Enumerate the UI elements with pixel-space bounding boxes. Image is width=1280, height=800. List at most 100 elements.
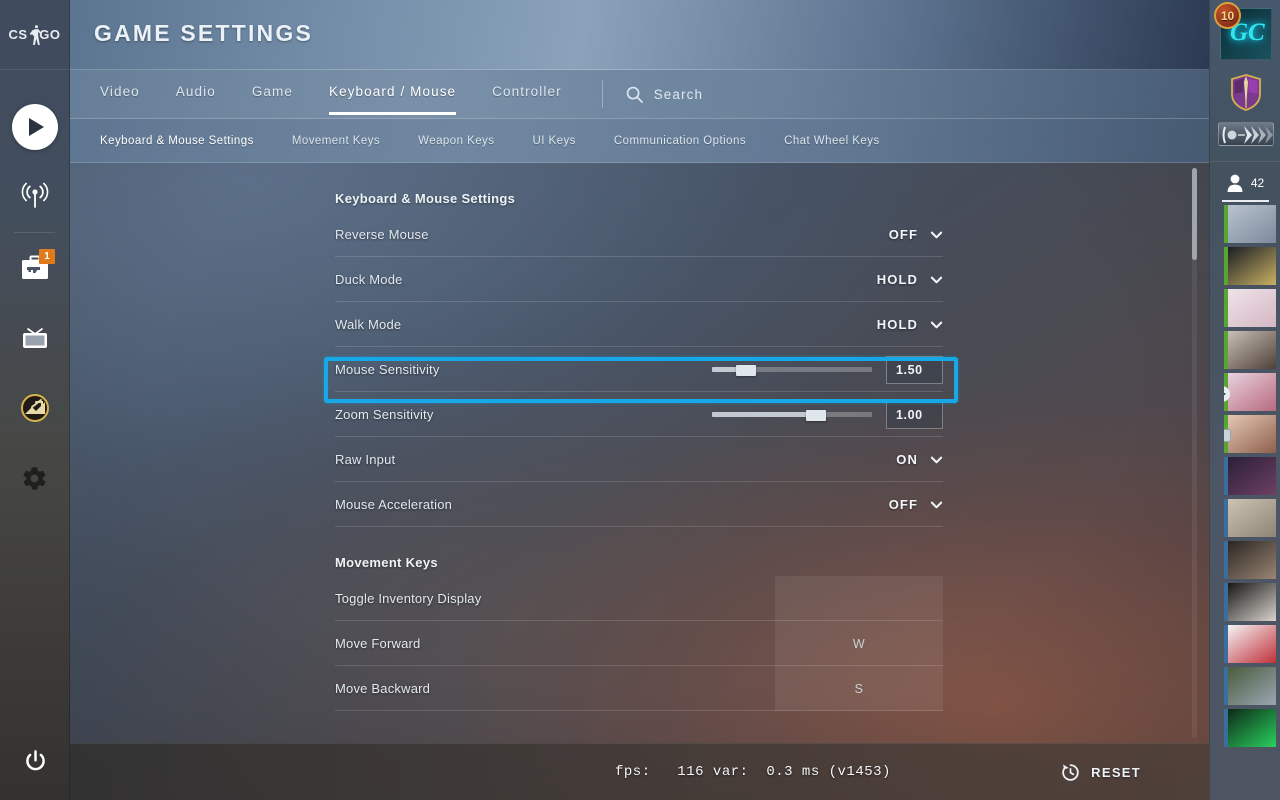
friend-avatar <box>1228 709 1276 747</box>
csgo-logo: CS GO <box>0 0 69 70</box>
tab-audio[interactable]: Audio <box>176 70 216 119</box>
settings-row[interactable]: Duck Mode HOLD <box>335 257 943 302</box>
settings-row[interactable]: Move Backward S <box>335 666 943 711</box>
gear-icon <box>23 466 46 490</box>
fps-counter: fps: 116 var: 0.3 ms (v1453) <box>615 764 891 780</box>
keybind-value[interactable]: W <box>775 621 943 666</box>
sidebar-item-watch[interactable] <box>0 303 69 373</box>
search-button[interactable]: Search <box>625 70 703 119</box>
friend-list-item[interactable] <box>1224 457 1276 495</box>
friend-list-item[interactable] <box>1224 583 1276 621</box>
friend-list-item[interactable] <box>1224 373 1276 411</box>
subtab-communication-options[interactable]: Communication Options <box>614 135 746 147</box>
friends-underline <box>1222 200 1269 202</box>
broadcast-antenna-icon <box>21 182 48 208</box>
friend-avatar <box>1228 247 1276 285</box>
reset-button[interactable]: RESET <box>1060 757 1141 787</box>
slider-value-input[interactable]: 1.50 <box>886 355 943 384</box>
chevron-down-icon <box>930 276 943 284</box>
subtab-keyboard-mouse-settings[interactable]: Keyboard & Mouse Settings <box>100 135 254 147</box>
secondary-tabs: Keyboard & Mouse Settings Movement Keys … <box>70 119 1209 163</box>
tab-separator <box>601 80 603 108</box>
right-panel: GC 10 42 <box>1209 0 1280 800</box>
tv-icon <box>22 328 47 348</box>
sidebar-item-settings[interactable] <box>0 443 69 513</box>
slider[interactable] <box>712 365 872 376</box>
friend-list-item[interactable] <box>1224 499 1276 537</box>
setting-label: Mouse Sensitivity <box>335 361 440 377</box>
tab-game[interactable]: Game <box>252 70 293 119</box>
dropdown-value[interactable]: ON <box>896 452 918 467</box>
setting-label: Mouse Acceleration <box>335 496 453 512</box>
friend-avatar <box>1228 331 1276 369</box>
friend-list-item[interactable] <box>1224 541 1276 579</box>
subtab-movement-keys[interactable]: Movement Keys <box>292 135 380 147</box>
sidebar-item-inventory[interactable]: 1 <box>0 233 69 303</box>
left-nav-rail: CS GO 1 <box>0 0 70 800</box>
settings-row[interactable]: Toggle Inventory Display <box>335 576 943 621</box>
subtab-weapon-keys[interactable]: Weapon Keys <box>418 135 494 147</box>
friend-list-item[interactable] <box>1224 625 1276 663</box>
friend-list-item[interactable] <box>1224 667 1276 705</box>
medal-stats-icon <box>20 394 49 422</box>
slider[interactable] <box>712 410 872 421</box>
friend-avatar <box>1228 205 1276 243</box>
friend-list-item[interactable] <box>1224 331 1276 369</box>
setting-label: Move Backward <box>335 680 431 696</box>
tab-keyboard-mouse[interactable]: Keyboard / Mouse <box>329 70 457 119</box>
slider-thumb[interactable] <box>806 410 826 421</box>
settings-row[interactable]: Move Forward W <box>335 621 943 666</box>
friend-list-item[interactable] <box>1224 709 1276 747</box>
play-icon <box>11 104 58 150</box>
purple-shield-medal-icon[interactable] <box>1229 72 1263 112</box>
setting-label: Reverse Mouse <box>335 226 429 242</box>
friend-list-item[interactable] <box>1224 289 1276 327</box>
person-icon <box>1227 174 1243 192</box>
level-badge: 10 <box>1214 2 1241 29</box>
dropdown-value[interactable]: HOLD <box>877 317 918 332</box>
chevron-down-icon <box>930 456 943 464</box>
friend-list-item[interactable] <box>1224 247 1276 285</box>
dropdown-value[interactable]: OFF <box>889 497 918 512</box>
friend-avatar <box>1228 289 1276 327</box>
tab-video[interactable]: Video <box>100 70 140 119</box>
sidebar-item-play[interactable] <box>0 92 69 162</box>
scrollbar-thumb[interactable] <box>1192 168 1197 260</box>
sidebar-item-stats[interactable] <box>0 373 69 443</box>
subtab-ui-keys[interactable]: UI Keys <box>532 135 575 147</box>
sidebar-item-broadcast[interactable] <box>0 162 69 232</box>
chevron-down-icon <box>930 231 943 239</box>
settings-row[interactable]: Reverse Mouse OFF <box>335 212 943 257</box>
settings-row[interactable]: Zoom Sensitivity 1.00 <box>335 392 943 437</box>
footer-bar: fps: 116 var: 0.3 ms (v1453) RESET <box>70 743 1209 800</box>
dropdown-value[interactable]: OFF <box>889 227 918 242</box>
chevron-down-icon <box>930 501 943 509</box>
setting-label: Zoom Sensitivity <box>335 406 434 422</box>
keybind-value[interactable] <box>775 576 943 621</box>
keybind-value[interactable]: S <box>775 666 943 711</box>
search-icon <box>626 86 643 103</box>
slider-thumb[interactable] <box>735 365 756 376</box>
power-icon <box>25 749 45 770</box>
friend-list-item[interactable] <box>1224 205 1276 243</box>
reset-clock-icon <box>1062 763 1079 781</box>
profile-section: GC 10 <box>1210 0 1280 162</box>
settings-row[interactable]: Raw Input ON <box>335 437 943 482</box>
settings-row[interactable]: Walk Mode HOLD <box>335 302 943 347</box>
skill-group-rank-icon[interactable] <box>1218 122 1274 146</box>
friend-list-item[interactable] <box>1224 415 1276 453</box>
settings-row[interactable]: Mouse Acceleration OFF <box>335 482 943 527</box>
settings-row[interactable]: Mouse Sensitivity 1.50 <box>335 347 943 392</box>
quit-button[interactable] <box>0 736 70 786</box>
dropdown-value[interactable]: HOLD <box>877 272 918 287</box>
friend-avatar <box>1228 499 1276 537</box>
inventory-badge: 1 <box>39 249 55 264</box>
friend-avatar <box>1228 415 1276 453</box>
friends-header[interactable]: 42 <box>1210 162 1280 204</box>
subtab-chat-wheel-keys[interactable]: Chat Wheel Keys <box>784 135 880 147</box>
setting-label: Toggle Inventory Display <box>335 590 482 606</box>
scrollbar-track[interactable] <box>1192 168 1197 738</box>
counter-terrorist-figure-icon <box>29 24 41 45</box>
slider-value-input[interactable]: 1.00 <box>886 400 943 429</box>
tab-controller[interactable]: Controller <box>492 70 562 119</box>
